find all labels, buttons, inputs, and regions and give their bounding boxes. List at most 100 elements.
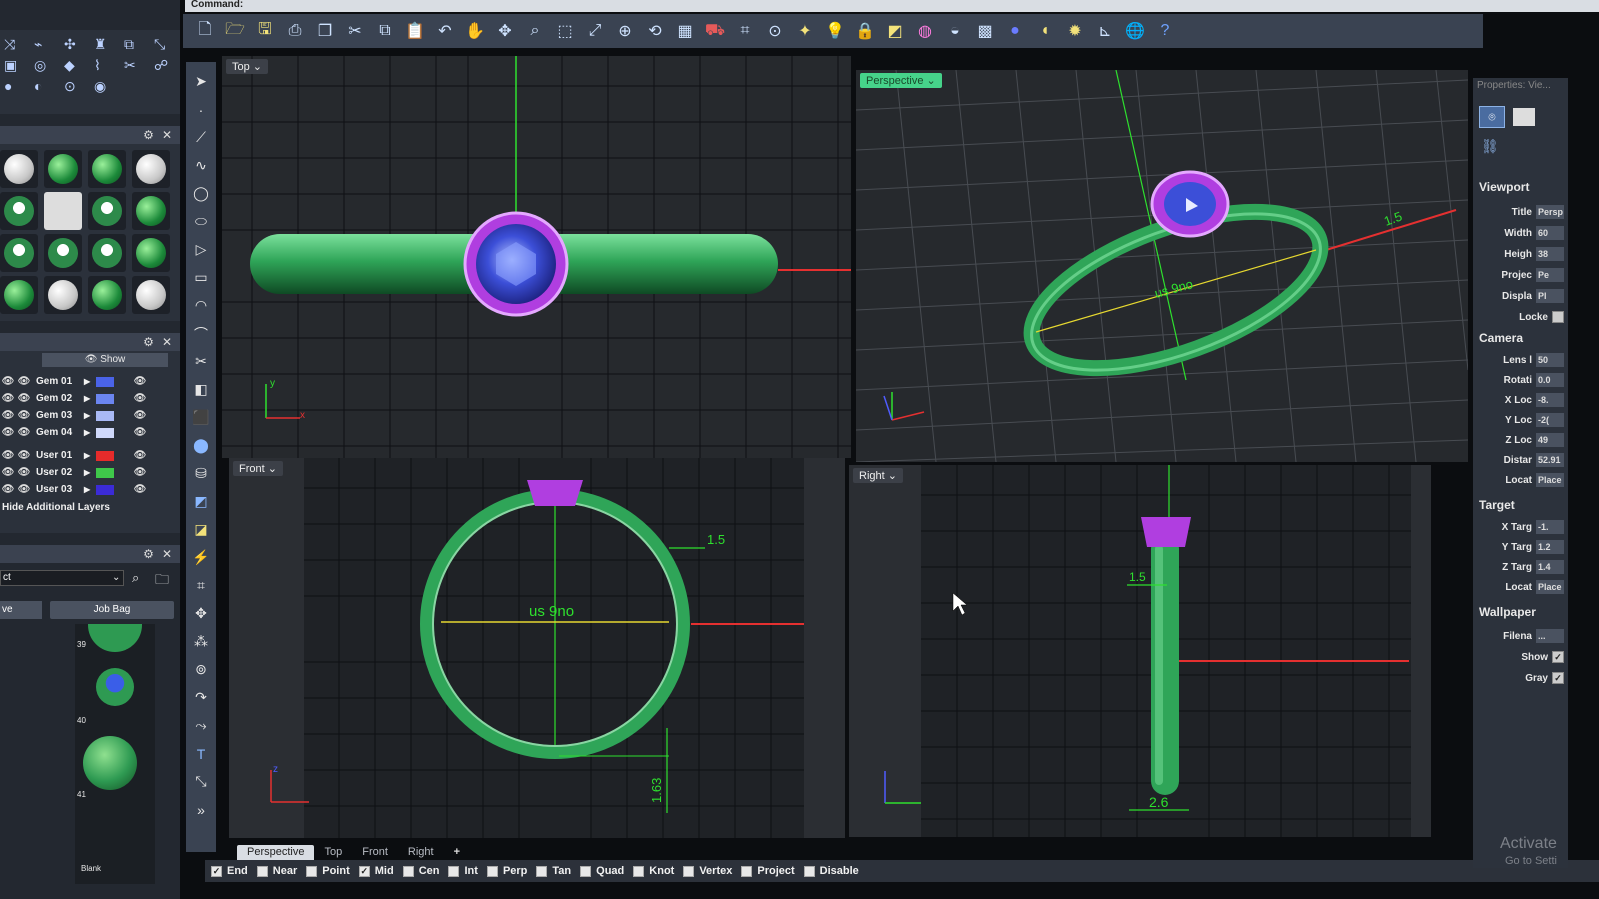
property-checkbox[interactable] [1552, 311, 1564, 323]
lock-icon[interactable]: 🔒 [853, 19, 877, 43]
camera-icon[interactable]: ⌾ [1479, 106, 1505, 128]
jobbag-button[interactable]: Job Bag [50, 601, 174, 619]
hide-layers-label[interactable]: Hide Additional Layers [0, 498, 180, 513]
eye-icon[interactable]: 👁 [0, 450, 16, 461]
property-value[interactable]: Place [1536, 580, 1564, 594]
layer-color-swatch[interactable] [96, 484, 114, 495]
property-value[interactable]: -1. [1536, 520, 1564, 534]
property-checkbox[interactable]: ✓ [1552, 651, 1564, 663]
layer-color-swatch[interactable] [96, 410, 114, 421]
osnap-mid[interactable]: ✓ Mid [358, 865, 394, 877]
material-swatch[interactable] [88, 192, 126, 230]
viewport-perspective-label[interactable]: Perspective ⌄ [860, 73, 942, 88]
checkbox[interactable]: ✓ [211, 865, 222, 877]
osnap-project[interactable]: Project [741, 865, 795, 877]
globe-icon[interactable]: 🌐 [1123, 19, 1147, 43]
boolean-icon[interactable]: ◪ [190, 518, 212, 541]
material-swatch[interactable] [88, 150, 126, 188]
paste-icon[interactable]: 📋 [403, 19, 427, 43]
checkbox[interactable] [448, 865, 460, 877]
play-icon[interactable]: ▶ [84, 451, 96, 460]
dimension-icon[interactable]: ⊾ [1093, 19, 1117, 43]
checkbox[interactable] [306, 865, 318, 877]
property-value[interactable]: Pe [1536, 268, 1564, 282]
move-icon[interactable]: ✥ [493, 19, 517, 43]
osnap-quad[interactable]: Quad [580, 865, 624, 877]
material-swatch[interactable] [132, 150, 170, 188]
tool-icon[interactable]: ◆ [64, 57, 90, 74]
help-icon[interactable]: ? [1153, 19, 1177, 43]
eye-icon[interactable]: 👁 [0, 376, 16, 387]
property-value[interactable]: Persp [1536, 205, 1564, 219]
search-icon[interactable]: ⌕ [132, 570, 139, 586]
property-value[interactable]: 38 [1536, 247, 1564, 261]
viewport-icon[interactable] [1513, 108, 1535, 126]
play-icon[interactable]: ▶ [84, 485, 96, 494]
osnap-perp[interactable]: Perp [486, 865, 527, 877]
tool-icon[interactable]: ⤡ [154, 36, 180, 53]
surface-icon[interactable]: ◧ [190, 378, 212, 401]
eye-icon[interactable]: 👁 [0, 427, 16, 438]
eye-icon[interactable]: 👁 [16, 393, 32, 404]
checkbox[interactable] [803, 865, 815, 877]
eye-icon[interactable]: 👁 [132, 427, 148, 438]
tool-icon[interactable]: ◎ [34, 57, 60, 74]
mesh-icon[interactable]: ⌗ [190, 574, 212, 597]
property-value[interactable]: 50 [1536, 353, 1564, 367]
checkbox[interactable] [256, 865, 268, 877]
fillet-icon[interactable]: ⌒ [190, 322, 212, 345]
property-checkbox[interactable]: ✓ [1552, 672, 1564, 684]
viewport-front-label[interactable]: Front ⌄ [233, 461, 283, 476]
layer-color-swatch[interactable] [96, 393, 114, 404]
checkbox[interactable] [402, 865, 414, 877]
polygon-icon[interactable]: ▷ [190, 238, 212, 261]
save-button[interactable]: ve [0, 601, 42, 619]
viewport-right-label[interactable]: Right ⌄ [853, 468, 903, 483]
sun-icon[interactable]: ✹ [1063, 19, 1087, 43]
play-icon[interactable]: ▶ [84, 411, 96, 420]
light-icon[interactable]: 💡 [823, 19, 847, 43]
eye-icon[interactable]: 👁 [16, 467, 32, 478]
tool-icon[interactable]: ♜ [94, 36, 120, 53]
polyline-icon[interactable]: ⟋ [190, 126, 212, 149]
checkbox[interactable]: ✓ [358, 865, 370, 877]
points-icon[interactable]: ✦ [793, 19, 817, 43]
blend-icon[interactable]: ↷ [190, 686, 212, 709]
play-icon[interactable]: ▶ [84, 377, 96, 386]
osnap-vertex[interactable]: Vertex [683, 865, 732, 877]
tool-icon[interactable]: ▣ [4, 57, 30, 74]
close-icon[interactable]: ✕ [162, 547, 172, 561]
layer-icon[interactable]: ◩ [883, 19, 907, 43]
eye-icon[interactable]: 👁 [16, 410, 32, 421]
copy-page-icon[interactable]: ❐ [313, 19, 337, 43]
osnap-disable[interactable]: Disable [803, 865, 859, 877]
eye-icon[interactable]: 👁 [0, 467, 16, 478]
material-swatch[interactable] [44, 234, 82, 272]
text-icon[interactable]: T [190, 742, 212, 765]
eye-icon[interactable]: 👁 [132, 376, 148, 387]
material-swatch[interactable] [0, 150, 38, 188]
property-value[interactable]: -2( [1536, 413, 1564, 427]
undo-icon[interactable]: ↶ [433, 19, 457, 43]
osnap-int[interactable]: Int [448, 865, 478, 877]
gear-icon[interactable]: ⚙ [143, 547, 154, 561]
box-icon[interactable]: ⬛ [190, 406, 212, 429]
osnap-knot[interactable]: Knot [633, 865, 674, 877]
tool-icon[interactable]: ⧉ [124, 36, 150, 53]
osnap-point[interactable]: Point [306, 865, 350, 877]
close-icon[interactable]: ✕ [162, 335, 172, 349]
tool-icon[interactable]: ● [4, 78, 30, 95]
gear-icon[interactable]: ⚙ [143, 128, 154, 142]
play-icon[interactable]: ▶ [84, 428, 96, 437]
checkbox[interactable] [580, 865, 592, 877]
osnap-near[interactable]: Near [256, 865, 297, 877]
eye-icon[interactable]: 👁 [0, 393, 16, 404]
select-arrow-icon[interactable]: ➤ [190, 70, 212, 93]
eye-icon[interactable]: 👁 [132, 410, 148, 421]
print-icon[interactable]: ⎙ [283, 19, 307, 43]
property-value[interactable]: 1.2 [1536, 540, 1564, 554]
property-value[interactable]: Place [1536, 473, 1564, 487]
osnap-icon[interactable]: ⊙ [763, 19, 787, 43]
property-value[interactable]: 60 [1536, 226, 1564, 240]
open-folder-icon[interactable]: 🗁 [223, 19, 247, 43]
